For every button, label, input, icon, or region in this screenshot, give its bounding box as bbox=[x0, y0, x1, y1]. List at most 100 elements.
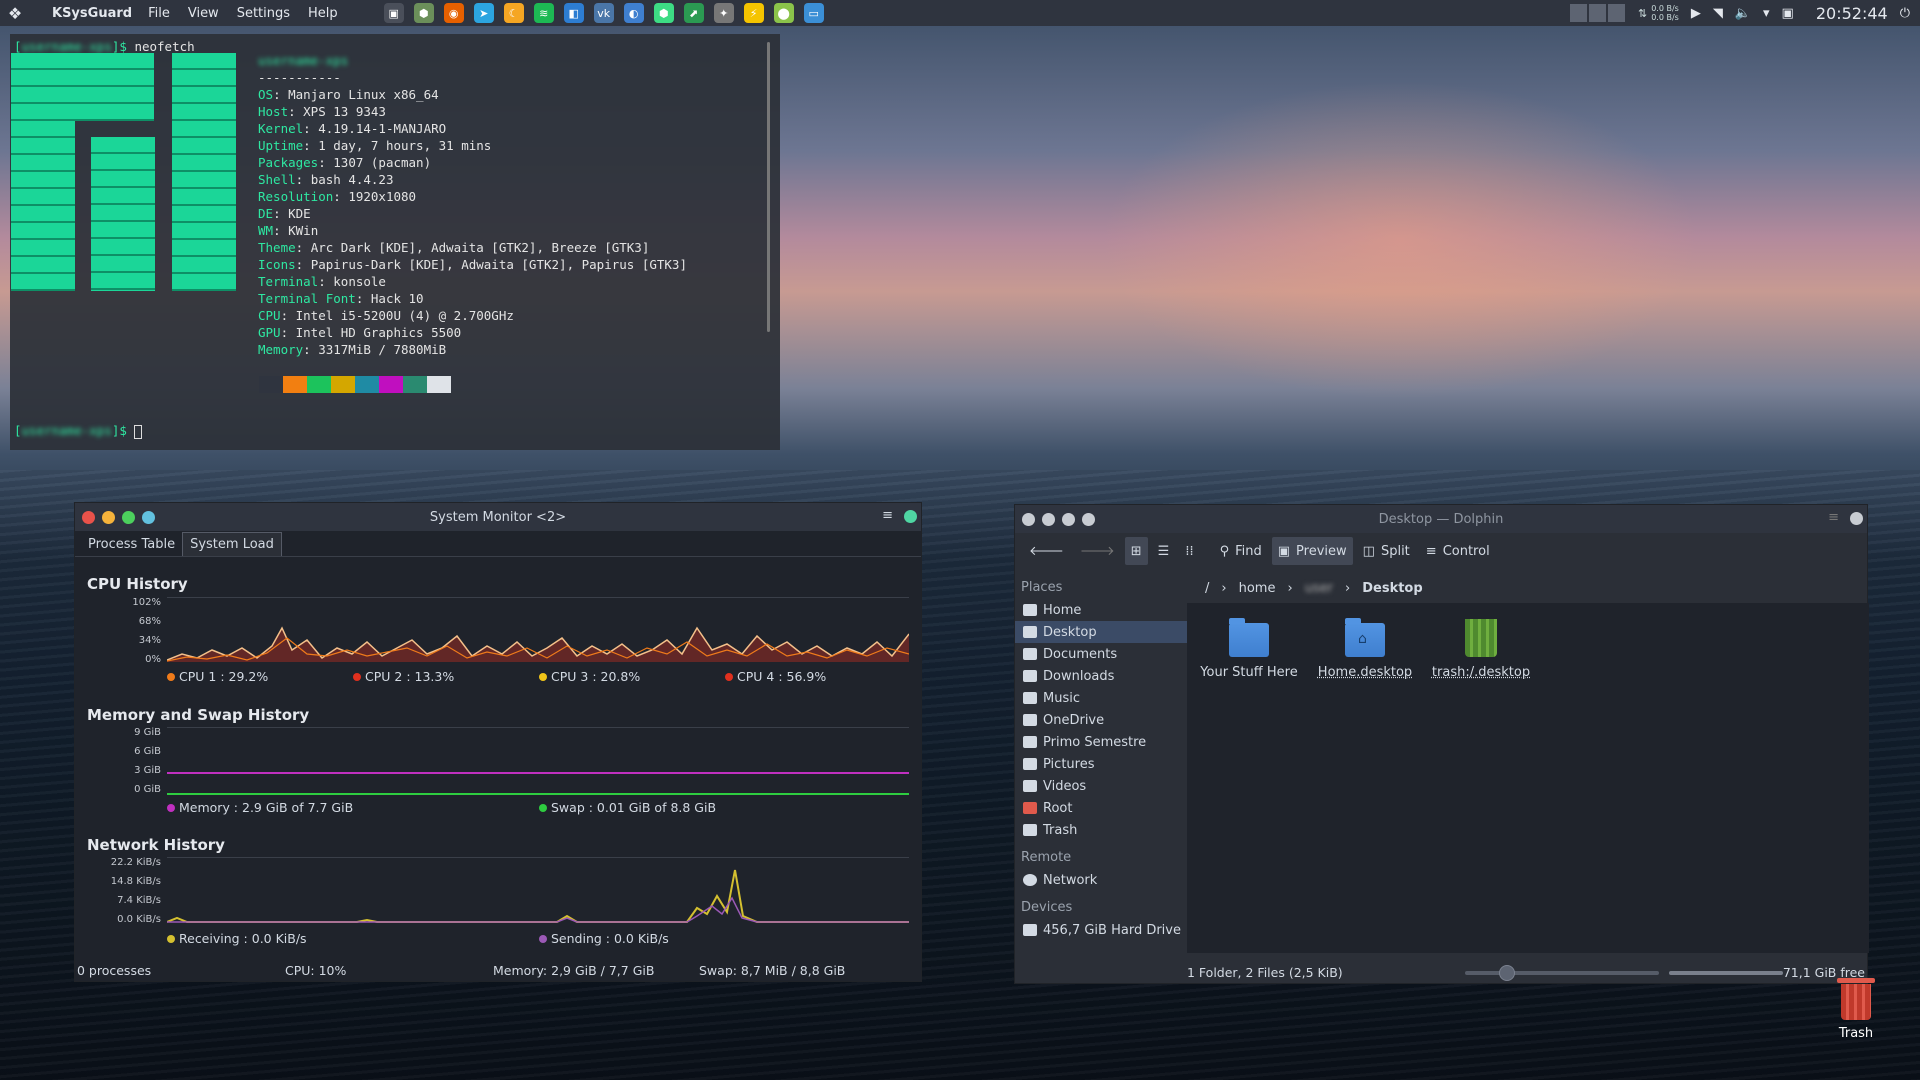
place-videos[interactable]: Videos bbox=[1015, 775, 1187, 797]
info-key: Theme bbox=[258, 240, 296, 255]
file-view[interactable]: Your Stuff Here ⌂ Home.desktop trash:/.d… bbox=[1187, 603, 1869, 953]
power-icon[interactable]: ⏻ bbox=[1900, 6, 1910, 21]
info-line: Host: XPS 13 9343 bbox=[258, 103, 687, 120]
device-hard-drive[interactable]: 456,7 GiB Hard Drive bbox=[1015, 919, 1187, 941]
cpu-graph bbox=[167, 597, 909, 662]
battery-icon[interactable]: ▣ bbox=[1782, 6, 1794, 21]
maximize-button[interactable] bbox=[1062, 512, 1075, 526]
place-music[interactable]: Music bbox=[1015, 687, 1187, 709]
back-icon[interactable]: 🡐 bbox=[1023, 537, 1070, 565]
place-trash[interactable]: Trash bbox=[1015, 819, 1187, 841]
preview-button[interactable]: ▣ Preview bbox=[1271, 537, 1353, 565]
place-home[interactable]: Home bbox=[1015, 599, 1187, 621]
location-icon[interactable]: ⬤ bbox=[773, 3, 794, 23]
cpu-legend-2: CPU 2 : 13.3% bbox=[353, 669, 454, 684]
terminal-scrollbar[interactable] bbox=[767, 42, 770, 332]
window-menu-icon[interactable]: ≡ bbox=[882, 508, 893, 523]
music-icon bbox=[1023, 692, 1037, 704]
place-network[interactable]: Network bbox=[1015, 869, 1187, 891]
icons-view-icon[interactable]: ⊞ bbox=[1124, 537, 1148, 565]
monitor-icon[interactable]: ▭ bbox=[803, 3, 824, 23]
place-onedrive[interactable]: OneDrive bbox=[1015, 709, 1187, 731]
compact-view-icon[interactable]: ⁞⁞ bbox=[1179, 537, 1199, 565]
pin-button[interactable] bbox=[1850, 512, 1863, 525]
zoom-slider-handle[interactable] bbox=[1499, 965, 1515, 981]
moon-icon[interactable]: ☾ bbox=[503, 3, 524, 23]
android-studio-icon[interactable]: ⬢ bbox=[653, 3, 674, 23]
android-icon[interactable]: ⬢ bbox=[413, 3, 434, 23]
dolphin-titlebar[interactable]: Desktop — Dolphin ≡ bbox=[1015, 505, 1867, 533]
info-value: : Intel i5-5200U (4) @ 2.700GHz bbox=[280, 308, 514, 323]
place-documents[interactable]: Documents bbox=[1015, 643, 1187, 665]
menu-file[interactable]: File bbox=[148, 6, 170, 21]
media-player-icon[interactable]: ▶ bbox=[1691, 6, 1701, 21]
place-downloads[interactable]: Downloads bbox=[1015, 665, 1187, 687]
split-button[interactable]: ◫ Split bbox=[1357, 537, 1416, 565]
sending-legend: Sending : 0.0 KiB/s bbox=[539, 931, 669, 946]
app-icon[interactable]: ◐ bbox=[623, 3, 644, 23]
menu-view[interactable]: View bbox=[188, 6, 219, 21]
file-item[interactable]: trash:/.desktop bbox=[1425, 619, 1537, 680]
color-swatch bbox=[331, 376, 355, 393]
lightning-icon[interactable]: ⚡ bbox=[743, 3, 764, 23]
place-desktop[interactable]: Desktop bbox=[1015, 621, 1187, 643]
tab-process-table[interactable]: Process Table bbox=[81, 533, 182, 556]
info-line: Resolution: 1920x1080 bbox=[258, 188, 687, 205]
place-root[interactable]: Root bbox=[1015, 797, 1187, 819]
minimize-button[interactable] bbox=[1042, 512, 1055, 526]
control-button[interactable]: ≡ Control bbox=[1420, 537, 1496, 565]
ksysguard-icon[interactable]: ⬈ bbox=[683, 3, 704, 23]
crumb-root[interactable]: / bbox=[1205, 581, 1209, 596]
menu-help[interactable]: Help bbox=[308, 6, 338, 21]
crumb-current[interactable]: Desktop bbox=[1362, 581, 1422, 596]
find-button[interactable]: ⚲ Find bbox=[1214, 537, 1268, 565]
place-pictures[interactable]: Pictures bbox=[1015, 753, 1187, 775]
wifi-icon[interactable]: ◥ bbox=[1713, 6, 1723, 21]
info-value: : Intel HD Graphics 5500 bbox=[280, 325, 462, 340]
details-view-icon[interactable]: ☰ bbox=[1152, 537, 1176, 565]
volume-icon[interactable]: 🔈 bbox=[1735, 6, 1751, 21]
cpu-legend-4: CPU 4 : 56.9% bbox=[725, 669, 826, 684]
tab-system-load[interactable]: System Load bbox=[182, 532, 282, 556]
telegram-icon[interactable]: ➤ bbox=[473, 3, 494, 23]
pager-icon[interactable] bbox=[1569, 4, 1626, 22]
vk-icon[interactable]: vk bbox=[593, 3, 614, 23]
desktop-trash[interactable]: Trash bbox=[1826, 978, 1886, 1041]
pin-button[interactable] bbox=[904, 510, 917, 523]
info-value: : Hack 10 bbox=[355, 291, 424, 306]
firefox-icon[interactable]: ◉ bbox=[443, 3, 464, 23]
minimize-button[interactable] bbox=[102, 510, 115, 524]
close-button[interactable] bbox=[1022, 512, 1035, 526]
keep-above-button[interactable] bbox=[1082, 512, 1095, 526]
info-value: : 1307 (pacman) bbox=[318, 155, 432, 170]
terminal-icon[interactable]: ▣ bbox=[383, 3, 404, 23]
file-item[interactable]: Your Stuff Here bbox=[1193, 618, 1305, 680]
info-key: GPU bbox=[258, 325, 281, 340]
crumb-user[interactable]: user bbox=[1305, 581, 1333, 596]
forward-icon[interactable]: 🡒 bbox=[1074, 537, 1121, 565]
keep-above-button[interactable] bbox=[142, 510, 155, 524]
command-text: neofetch bbox=[134, 39, 195, 54]
clock[interactable]: 20:52:44 bbox=[1816, 4, 1888, 23]
place-primo-semestre[interactable]: Primo Semestre bbox=[1015, 731, 1187, 753]
info-line: Terminal Font: Hack 10 bbox=[258, 290, 687, 307]
sysmon-titlebar[interactable]: System Monitor <2> ≡ bbox=[75, 503, 921, 531]
info-key: Terminal Font bbox=[258, 291, 356, 306]
vscode-icon[interactable]: ◧ bbox=[563, 3, 584, 23]
crumb-home[interactable]: home bbox=[1239, 581, 1276, 596]
info-line: Theme: Arc Dark [KDE], Adwaita [GTK2], B… bbox=[258, 239, 687, 256]
cpu-tick: 0% bbox=[145, 654, 161, 665]
dolphin-window: Desktop — Dolphin ≡ 🡐 🡒 ⊞ ☰ ⁞⁞ ⚲ Find ▣ Pr… bbox=[1014, 504, 1869, 984]
kde-launcher-icon[interactable]: ❖ bbox=[0, 4, 30, 23]
konsole-window[interactable]: [username-xps]$ neofetch username-xps --… bbox=[10, 34, 780, 450]
spotify-icon[interactable]: ≋ bbox=[533, 3, 554, 23]
file-item[interactable]: ⌂ Home.desktop bbox=[1309, 618, 1421, 680]
window-menu-icon[interactable]: ≡ bbox=[1828, 510, 1839, 525]
maximize-button[interactable] bbox=[122, 510, 135, 524]
close-button[interactable] bbox=[82, 510, 95, 524]
zoom-slider[interactable] bbox=[1465, 971, 1659, 975]
tools-icon[interactable]: ✦ bbox=[713, 3, 734, 23]
info-value: : KDE bbox=[273, 206, 311, 221]
tray-expand-icon[interactable]: ▾ bbox=[1763, 6, 1770, 21]
menu-settings[interactable]: Settings bbox=[237, 6, 290, 21]
